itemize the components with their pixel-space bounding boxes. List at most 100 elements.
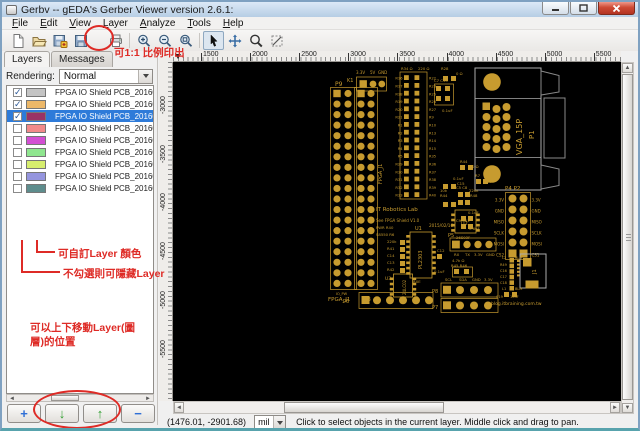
layer-visibility-checkbox[interactable]: ✓ <box>13 99 22 109</box>
toolbar-save-as-button[interactable] <box>49 31 70 50</box>
unit-value: mil <box>258 417 270 427</box>
menu-help[interactable]: Help <box>217 18 250 29</box>
svg-text:L1: L1 <box>502 287 506 291</box>
toolbar-pan-button[interactable] <box>224 31 245 50</box>
add-layer-button[interactable]: + <box>7 404 41 423</box>
svg-text:3.3V: 3.3V <box>474 252 483 257</box>
menu-bar: File Edit View Layer Analyze Tools Help <box>2 17 638 30</box>
layer-row[interactable]: FPGA IO Shield PCB_20160225- <box>7 182 153 194</box>
scroll-up-icon[interactable]: ▲ <box>622 63 633 73</box>
svg-text:PL2303: PL2303 <box>418 250 424 269</box>
move-layer-up-button[interactable]: ↑ <box>83 404 117 423</box>
menu-view[interactable]: View <box>63 18 97 29</box>
layer-list-hscrollbar[interactable]: ◄ ► <box>6 394 154 402</box>
tab-layers[interactable]: Layers <box>4 51 51 67</box>
move-layer-down-button[interactable]: ↓ <box>45 404 79 423</box>
layer-color-swatch[interactable] <box>26 147 46 157</box>
svg-text:C13: C13 <box>387 260 395 265</box>
chevron-down-icon[interactable] <box>273 416 286 428</box>
layer-row[interactable]: FPGA IO Shield PCB_20160225- <box>7 134 153 146</box>
unit-dropdown[interactable]: mil <box>254 415 287 428</box>
layer-color-swatch[interactable] <box>26 135 46 145</box>
svg-text:0 Ω: 0 Ω <box>456 71 463 76</box>
toolbar-pointer-button[interactable] <box>203 31 224 50</box>
scrollbar-thumb[interactable] <box>51 395 79 401</box>
close-button[interactable] <box>598 2 635 15</box>
toolbar-zoom-fit-button[interactable] <box>175 31 196 50</box>
menu-edit[interactable]: Edit <box>34 18 63 29</box>
svg-text:0.1uF: 0.1uF <box>468 210 479 215</box>
layer-visibility-checkbox[interactable] <box>13 135 22 145</box>
layer-color-swatch[interactable] <box>26 159 46 169</box>
layer-row[interactable]: ✓ FPGA IO Shield PCB_20160225- <box>7 98 153 110</box>
svg-text:220 Ω: 220 Ω <box>418 66 429 71</box>
minimize-button[interactable] <box>542 2 569 15</box>
layer-row[interactable]: FPGA IO Shield PCB_20160225- <box>7 158 153 170</box>
layer-row[interactable]: ✓ FPGA IO Shield PCB_20160225- <box>7 86 153 98</box>
toolbar-zoom-in-button[interactable] <box>133 31 154 50</box>
canvas-hscrollbar[interactable]: ◄ ► <box>173 401 621 414</box>
toolbar-measure-button[interactable] <box>266 31 287 50</box>
scroll-right-icon[interactable]: ► <box>610 402 620 413</box>
svg-text:R23: R23 <box>429 85 436 89</box>
svg-text:R31: R31 <box>395 178 402 182</box>
toolbar-print-button[interactable] <box>105 31 126 50</box>
layer-row[interactable]: FPGA IO Shield PCB_20160225- <box>7 122 153 134</box>
layer-visibility-checkbox[interactable] <box>13 123 22 133</box>
svg-text:R28: R28 <box>441 66 449 71</box>
layer-color-swatch[interactable] <box>26 183 46 193</box>
scroll-left-icon[interactable]: ◄ <box>9 396 15 402</box>
menu-file[interactable]: File <box>6 18 34 29</box>
layer-color-swatch[interactable] <box>26 171 46 181</box>
remove-layer-button[interactable]: − <box>121 404 155 423</box>
layer-visibility-checkbox[interactable]: ✓ <box>13 111 22 121</box>
layer-visibility-checkbox[interactable] <box>13 183 22 193</box>
layer-visibility-checkbox[interactable]: ✓ <box>13 87 22 97</box>
svg-text:R27: R27 <box>429 108 436 112</box>
layer-visibility-checkbox[interactable] <box>13 147 22 157</box>
layer-color-swatch[interactable] <box>26 123 46 133</box>
scrollbar-thumb[interactable] <box>622 74 633 400</box>
layer-visibility-checkbox[interactable] <box>13 171 22 181</box>
svg-text:3.3V: 3.3V <box>356 70 365 75</box>
scroll-right-icon[interactable]: ► <box>145 396 151 402</box>
svg-text:R25: R25 <box>429 92 436 96</box>
toolbar-open-button[interactable] <box>28 31 49 50</box>
svg-text:GND: GND <box>486 252 495 257</box>
toolbar-zoom-out-button[interactable] <box>154 31 175 50</box>
svg-text:R9: R9 <box>429 116 434 120</box>
layer-color-swatch[interactable] <box>26 111 46 121</box>
layer-name: FPGA IO Shield PCB_20160225- <box>55 183 153 193</box>
ruler-corner <box>159 51 173 62</box>
tab-messages[interactable]: Messages <box>51 51 113 67</box>
chevron-down-icon[interactable] <box>138 69 152 83</box>
ruler-tick-label: -5000 <box>160 290 167 309</box>
layer-row[interactable]: FPGA IO Shield PCB_20160225- <box>7 146 153 158</box>
menu-layer[interactable]: Layer <box>97 18 134 29</box>
scroll-left-icon[interactable]: ◄ <box>174 402 184 413</box>
floppy-icon <box>74 34 87 47</box>
svg-text:P5: P5 <box>448 233 454 239</box>
maximize-button[interactable] <box>570 2 597 15</box>
layer-row[interactable]: ✓ FPGA IO Shield PCB_20160225- <box>7 110 153 122</box>
gerber-canvas[interactable]: R16 R17 R18 R19 R20 R21 R1 R2 R3 R4 R5 R29 R30 R31 R32… <box>173 62 621 401</box>
window-title: Gerbv -- gEDA's Gerber Viewer version 2.… <box>21 3 234 16</box>
menu-analyze[interactable]: Analyze <box>134 18 182 29</box>
svg-text:C15: C15 <box>457 181 465 186</box>
menu-tools[interactable]: Tools <box>181 18 216 29</box>
canvas-vscrollbar[interactable]: ▲ ▼ <box>621 62 634 414</box>
scrollbar-thumb[interactable] <box>284 402 444 413</box>
rendering-dropdown[interactable]: Normal <box>58 68 153 84</box>
svg-text:R32: R32 <box>395 186 402 190</box>
layer-color-swatch[interactable] <box>26 99 46 109</box>
svg-text:IT Robotics Lab: IT Robotics Lab <box>376 207 418 213</box>
minimize-icon <box>552 8 559 11</box>
svg-text:R3: R3 <box>398 139 403 143</box>
toolbar-save-button[interactable] <box>70 31 91 50</box>
toolbar-zoom-tool-button[interactable] <box>245 31 266 50</box>
layer-visibility-checkbox[interactable] <box>13 159 22 169</box>
toolbar-new-button[interactable] <box>7 31 28 50</box>
scroll-down-icon[interactable]: ▼ <box>622 403 633 413</box>
layer-color-swatch[interactable] <box>26 87 46 97</box>
layer-row[interactable]: FPGA IO Shield PCB_20160225. <box>7 170 153 182</box>
